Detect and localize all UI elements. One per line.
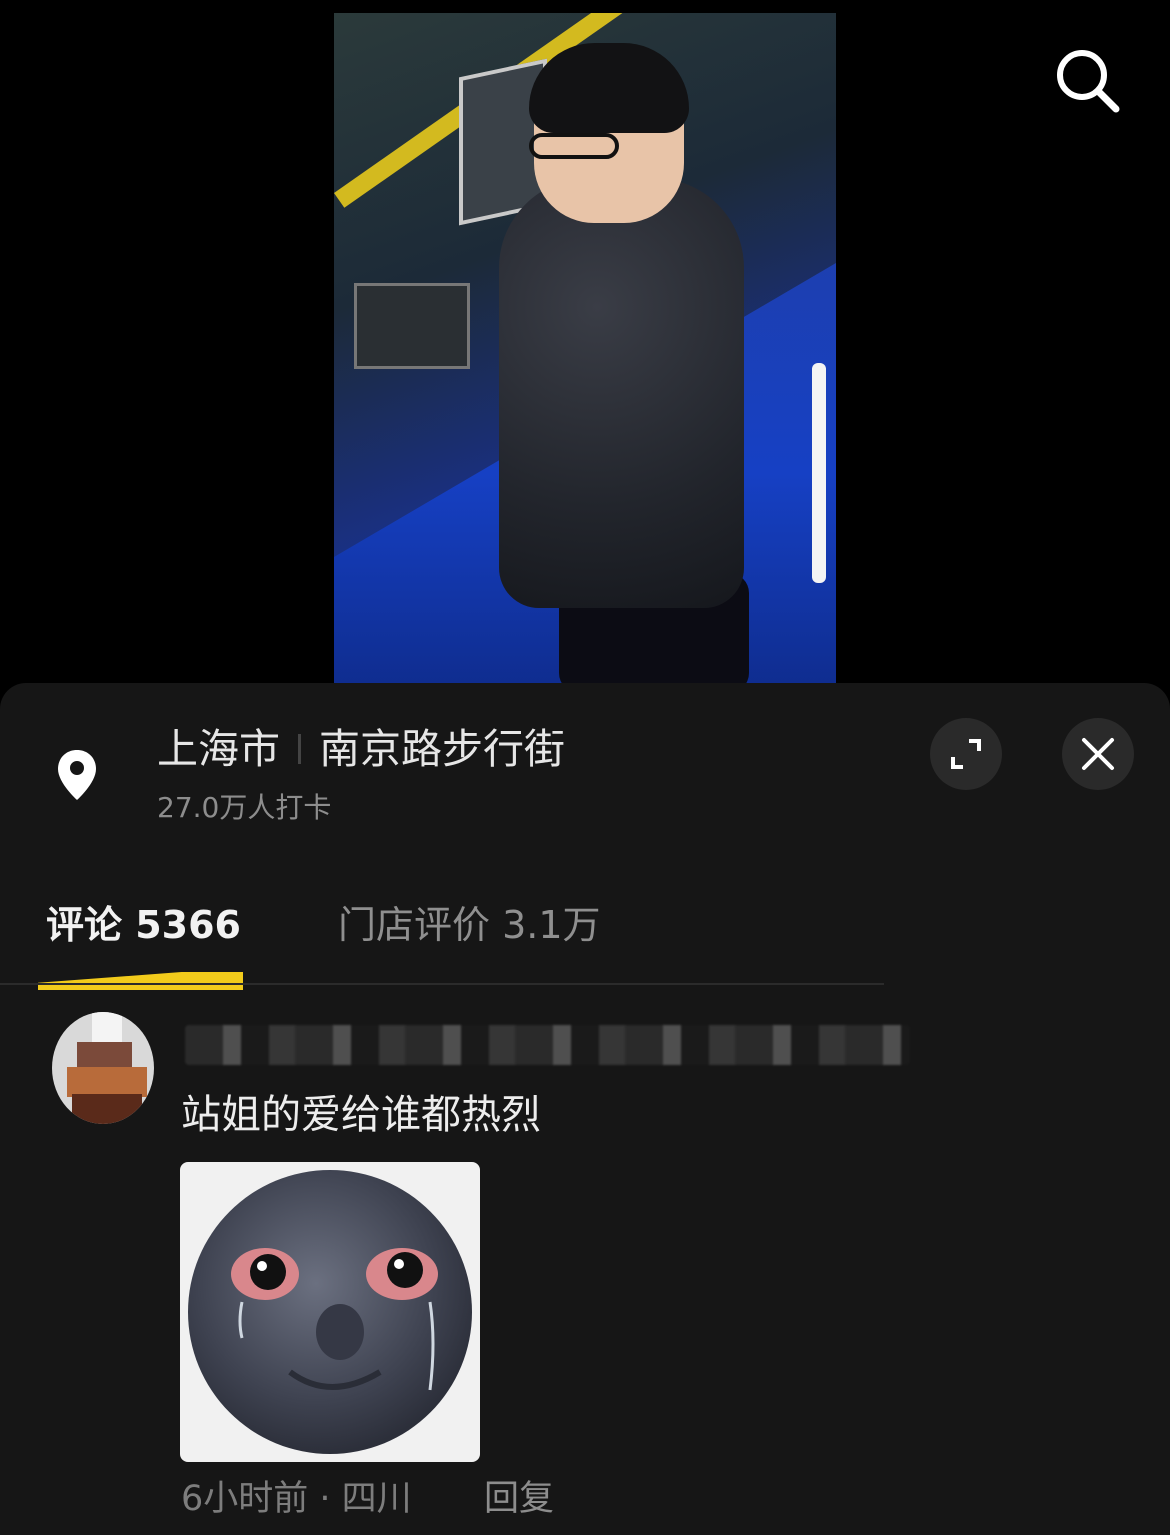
photo-detail bbox=[812, 363, 826, 583]
username-blurred[interactable] bbox=[185, 1025, 910, 1065]
location-place[interactable]: 南京路步行街 bbox=[319, 724, 565, 774]
photo-detail bbox=[529, 43, 689, 133]
photo-detail bbox=[354, 283, 470, 369]
tab-comments[interactable]: 评论 5366 bbox=[46, 898, 241, 952]
location-pin-icon bbox=[56, 748, 98, 802]
comment-sticker-image[interactable] bbox=[180, 1162, 480, 1462]
comment-time-region: 6小时前 · 四川 bbox=[181, 1479, 412, 1519]
checkin-count: 27.0万人打卡 bbox=[157, 791, 332, 824]
expand-button[interactable] bbox=[930, 718, 1002, 790]
close-icon bbox=[1082, 738, 1114, 770]
photo-detail bbox=[499, 178, 744, 608]
post-photo[interactable] bbox=[334, 13, 836, 683]
search-icon[interactable] bbox=[1052, 45, 1122, 115]
comment-text: 站姐的爱给谁都热烈 bbox=[181, 1092, 541, 1138]
expand-icon bbox=[951, 739, 981, 769]
location-city[interactable]: 上海市 bbox=[157, 724, 280, 774]
crying-moon-emoji bbox=[188, 1170, 472, 1454]
reply-button[interactable]: 回复 bbox=[484, 1475, 554, 1523]
location-separator bbox=[298, 734, 301, 764]
close-button[interactable] bbox=[1062, 718, 1134, 790]
tab-store-reviews[interactable]: 门店评价 3.1万 bbox=[338, 898, 601, 952]
photo-detail bbox=[529, 133, 619, 159]
avatar[interactable] bbox=[52, 1012, 154, 1124]
tabs-divider bbox=[0, 983, 884, 985]
